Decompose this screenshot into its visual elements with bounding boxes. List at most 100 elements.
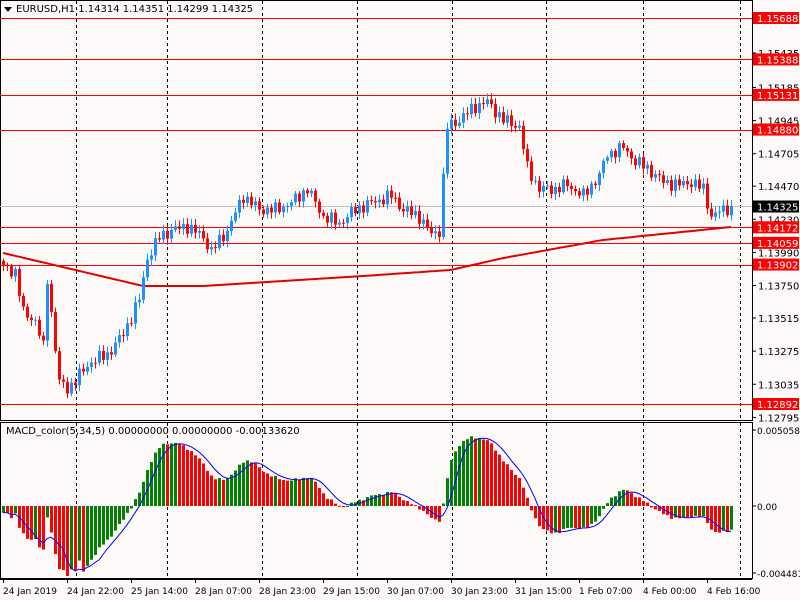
main-pane-frame [0, 0, 753, 421]
time-tick-label: 28 Jan 23:00 [259, 587, 316, 597]
candle-bull [486, 99, 489, 104]
candle-bear [94, 362, 97, 364]
candle-bull [470, 104, 473, 115]
time-tick-label: 29 Jan 15:00 [323, 587, 380, 597]
candle-bear [110, 352, 113, 355]
candle-bear [394, 197, 397, 199]
moving-average-line [2, 226, 732, 287]
macd-bar-down [550, 506, 553, 534]
candle-bear [122, 335, 125, 337]
candle-bull [146, 259, 149, 278]
macd-bar-up [366, 497, 369, 506]
macd-bar-down [326, 498, 329, 506]
macd-bar-up [562, 506, 565, 529]
macd-bar-down [494, 450, 497, 506]
macd-bar-up [566, 506, 569, 528]
macd-bar-up [346, 506, 349, 507]
macd-bar-up [174, 442, 177, 506]
macd-bar-down [698, 506, 701, 518]
candle-bull [590, 183, 593, 195]
chart-canvas[interactable]: 1.154351.151851.149451.147051.144701.142… [0, 0, 800, 600]
candle-bull [446, 128, 449, 174]
macd-bar-up [238, 464, 241, 506]
macd-bar-down [670, 506, 673, 519]
macd-bar-down [634, 497, 637, 506]
candle-bear [370, 200, 373, 202]
candle-bull [554, 186, 557, 194]
macd-bar-down [270, 476, 273, 506]
macd-bar-down [654, 506, 657, 510]
macd-bar-down [474, 438, 477, 506]
macd-bar-down [406, 501, 409, 506]
macd-bar-down [282, 479, 285, 506]
candle-bear [550, 185, 553, 194]
bid-price-label: 1.14325 [757, 203, 798, 214]
price-tick-label: 1.12795 [758, 413, 799, 424]
macd-bar-up [606, 503, 609, 506]
candle-bull [266, 207, 269, 215]
candle-bull [182, 224, 185, 229]
macd-bar-up [610, 497, 613, 506]
candle-bull [338, 222, 341, 225]
candle-bear [570, 186, 573, 189]
macd-bar-down [198, 458, 201, 506]
macd-bar-up [78, 506, 81, 561]
candle-bull [498, 112, 501, 118]
macd-bar-up [602, 506, 605, 509]
macd-bar-down [6, 506, 9, 513]
macd-bar-down [638, 497, 641, 506]
price-tick-label: 1.14705 [758, 150, 799, 161]
macd-bar-down [498, 454, 501, 506]
candle-bear [454, 119, 457, 126]
macd-bar-up [554, 506, 557, 533]
macd-bar-down [482, 439, 485, 506]
candle-bear [222, 234, 225, 242]
candle-bear [482, 103, 485, 105]
candle-bull [450, 119, 453, 129]
macd-bar-down [194, 455, 197, 506]
candle-bear [538, 180, 541, 192]
candle-bear [526, 148, 529, 162]
candle-bull [190, 224, 193, 234]
candle-bear [326, 215, 329, 223]
macd-bar-up [294, 478, 297, 506]
candle-bear [130, 323, 133, 325]
candle-bear [634, 158, 637, 166]
candle-bull [170, 229, 173, 239]
macd-bar-down [338, 505, 341, 507]
candle-bull [234, 212, 237, 221]
candle-bear [578, 191, 581, 196]
chart-window[interactable]: 1.154351.151851.149451.147051.144701.142… [0, 0, 800, 600]
macd-bar-down [526, 497, 529, 506]
macd-bar-up [598, 506, 601, 517]
macd-bar-down [710, 506, 713, 530]
macd-bar-up [170, 443, 173, 506]
candle-bull [462, 113, 465, 123]
candle-bear [298, 193, 301, 202]
dropdown-triangle-icon[interactable] [4, 6, 12, 12]
price-tick-label: 1.13275 [758, 347, 799, 358]
candle-bear [318, 201, 321, 213]
macd-bar-down [394, 492, 397, 506]
level-price-label: 1.12892 [757, 400, 798, 411]
macd-bar-down [82, 506, 85, 572]
level-price-label: 1.14059 [757, 239, 798, 250]
candle-bull [478, 103, 481, 114]
candles [2, 93, 733, 399]
candle-bull [90, 362, 93, 367]
macd-bar-down [298, 479, 301, 506]
macd-bar-up [290, 480, 293, 506]
macd-bar-down [502, 461, 505, 506]
macd-bar-up [470, 436, 473, 506]
macd-bar-down [26, 506, 29, 539]
macd-bar-down [706, 506, 709, 524]
candle-bull [46, 283, 49, 341]
candle-bear [50, 283, 53, 312]
candle-bull [582, 188, 585, 196]
candle-bear [698, 179, 701, 189]
candle-bull [702, 183, 705, 189]
candle-bull [602, 160, 605, 173]
candle-bull [694, 179, 697, 187]
candle-bull [254, 201, 257, 206]
candle-bull [546, 185, 549, 187]
